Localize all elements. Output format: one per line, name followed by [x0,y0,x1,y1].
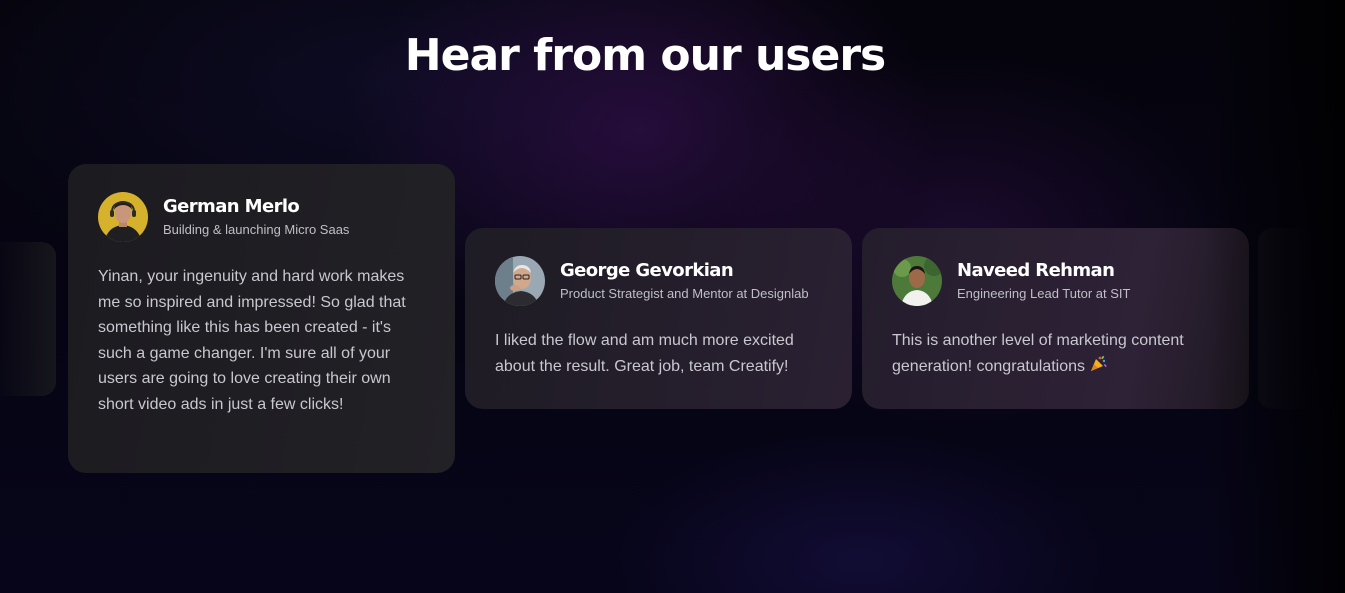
avatar [495,256,545,306]
author-role: Building & launching Micro Saas [163,222,350,237]
author-info: German Merlo Building & launching Micro … [163,196,349,238]
avatar [892,256,942,306]
testimonial-quote: This is another level of marketing conte… [892,328,1219,381]
author-name: George Gevorkian [560,260,734,281]
author-role: Engineering Lead Tutor at SIT [957,286,1131,301]
author-name: German Merlo [163,196,300,217]
author-role: Product Strategist and Mentor at Designl… [560,286,809,301]
author-info: George Gevorkian Product Strategist and … [560,260,809,302]
testimonial-card: German Merlo Building & launching Micro … [68,164,455,473]
testimonial-header: Naveed Rehman Engineering Lead Tutor at … [892,256,1219,306]
tada-icon [1089,355,1107,382]
testimonial-header: German Merlo Building & launching Micro … [98,192,425,242]
right-edge-fade [1205,0,1345,593]
testimonial-quote: Yinan, your ingenuity and hard work make… [98,268,406,413]
testimonial-quote: I liked the flow and am much more excite… [495,332,794,375]
carousel-previous-card-edge[interactable] [0,242,56,396]
author-name: Naveed Rehman [957,260,1115,281]
testimonial-card: George Gevorkian Product Strategist and … [465,228,852,409]
section-title: Hear from our users [404,30,886,81]
testimonial-header: George Gevorkian Product Strategist and … [495,256,822,306]
author-info: Naveed Rehman Engineering Lead Tutor at … [957,260,1130,302]
avatar [98,192,148,242]
testimonial-quote-text: This is another level of marketing conte… [892,332,1184,375]
testimonial-card: Naveed Rehman Engineering Lead Tutor at … [862,228,1249,409]
